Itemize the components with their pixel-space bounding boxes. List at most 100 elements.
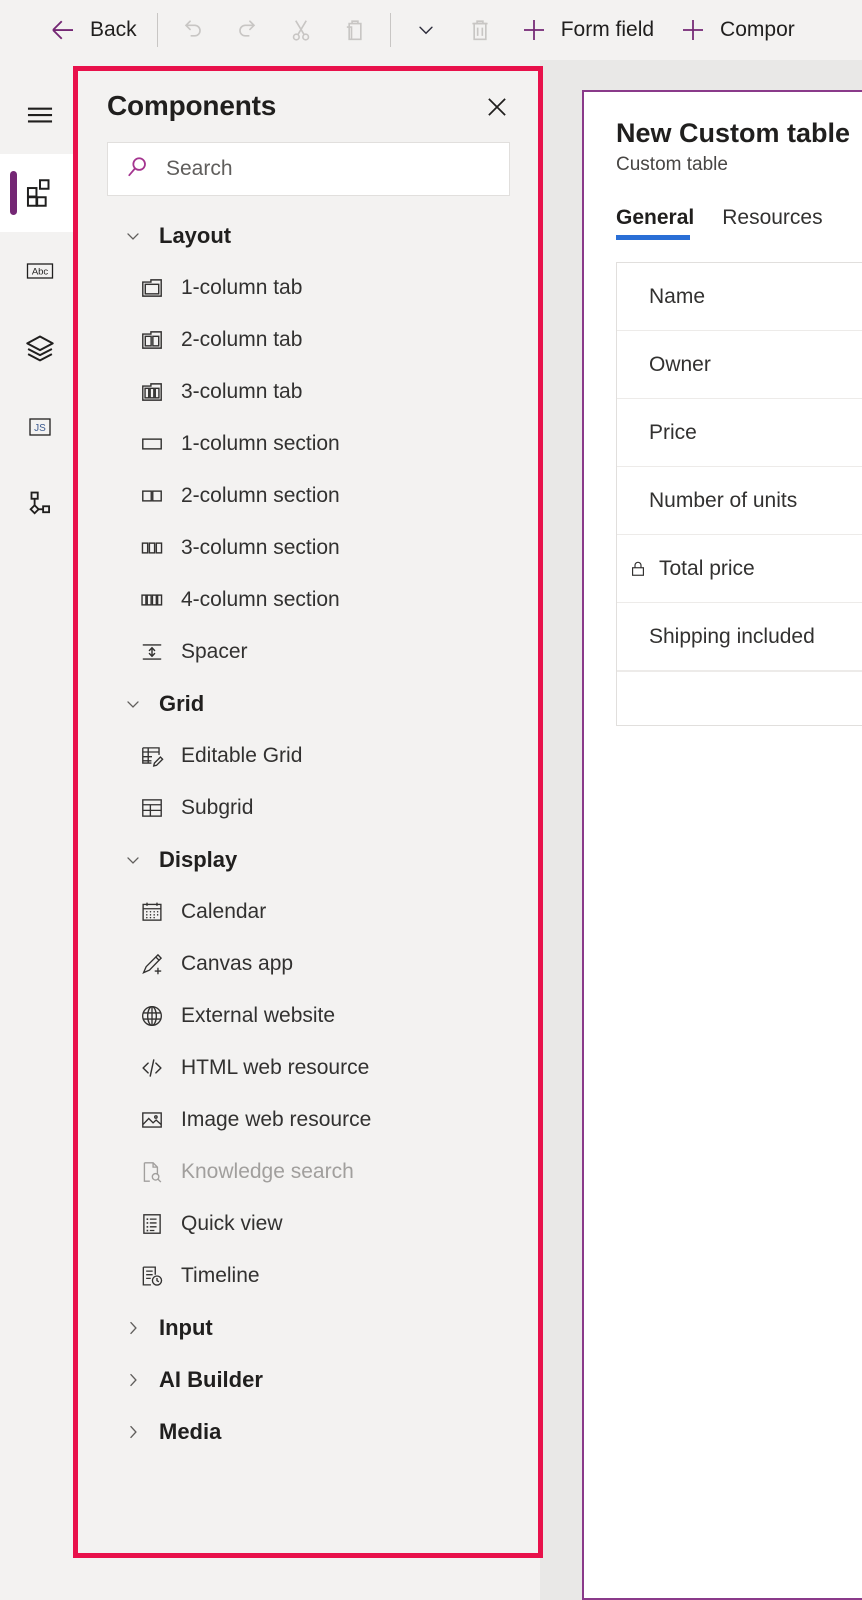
component-calendar[interactable]: Calendar: [77, 886, 540, 938]
group-header-grid[interactable]: Grid: [77, 678, 540, 730]
component-image-web-resource[interactable]: Image web resource: [77, 1094, 540, 1146]
component-spacer[interactable]: Spacer: [77, 626, 540, 678]
component-subgrid[interactable]: Subgrid: [77, 782, 540, 834]
component-label: External website: [181, 1004, 336, 1027]
field-label: Number of units: [649, 488, 798, 512]
form-title: New Custom table: [616, 118, 851, 148]
component-2-column-tab[interactable]: 2-column tab: [77, 314, 540, 366]
paste-button[interactable]: [328, 8, 382, 52]
rail-item-business-rules[interactable]: [0, 466, 80, 544]
component-2-column-section[interactable]: 2-column section: [77, 470, 540, 522]
component-1-column-tab[interactable]: 1-column tab: [77, 262, 540, 314]
component-canvas-app[interactable]: Canvas app: [77, 938, 540, 990]
group-header-layout[interactable]: Layout: [77, 210, 540, 262]
component-label: Image web resource: [181, 1108, 372, 1131]
arrow-left-icon: [48, 15, 78, 45]
tab-general[interactable]: General: [616, 206, 694, 240]
add-form-field-button[interactable]: Form field: [507, 8, 666, 52]
component-3-column-tab[interactable]: 3-column tab: [77, 366, 540, 418]
form-field-price[interactable]: Price: [617, 399, 862, 467]
undo-button[interactable]: [166, 8, 220, 52]
quick-view-icon: [139, 1211, 165, 1237]
chevron-right-icon: [123, 1422, 143, 1442]
form-field-owner[interactable]: Owner: [617, 331, 862, 399]
one-column-section-icon: [139, 431, 165, 457]
undo-icon: [178, 15, 208, 45]
add-form-field-label: Form field: [560, 18, 655, 41]
canvas-app-icon: [139, 951, 165, 977]
add-component-button[interactable]: Compor: [666, 8, 807, 52]
component-knowledge-search[interactable]: Knowledge search: [77, 1146, 540, 1198]
component-label: 4-column section: [181, 588, 340, 611]
field-label: Name: [649, 284, 706, 308]
add-component-label: Compor: [720, 18, 795, 41]
component-label: Timeline: [181, 1264, 260, 1287]
knowledge-search-icon: [139, 1159, 165, 1185]
hamburger-icon: [23, 98, 57, 132]
plus-icon: [519, 15, 549, 45]
delete-button[interactable]: [453, 8, 507, 52]
group-header-media[interactable]: Media: [77, 1406, 540, 1458]
components-panel: Components Search Layout 1-column tab 2-…: [76, 68, 540, 1557]
form-tabs: General Resources: [616, 206, 862, 240]
field-label: Shipping included: [649, 624, 815, 648]
two-column-section-icon: [139, 483, 165, 509]
flow-icon: [23, 488, 57, 522]
form-field-dropzone[interactable]: [617, 671, 862, 725]
rail-item-layers[interactable]: [0, 310, 80, 388]
redo-button[interactable]: [220, 8, 274, 52]
close-icon[interactable]: [480, 90, 514, 124]
plus-icon: [678, 15, 708, 45]
rail-item-components[interactable]: [0, 154, 80, 232]
back-button[interactable]: Back: [40, 8, 149, 52]
group-label: AI Builder: [159, 1367, 263, 1392]
chevron-down-icon: [411, 15, 441, 45]
form-field-total-price[interactable]: Total price: [617, 535, 862, 603]
component-editable-grid[interactable]: Editable Grid: [77, 730, 540, 782]
layers-icon: [23, 332, 57, 366]
chevron-down-icon: [123, 226, 143, 246]
component-3-column-section[interactable]: 3-column section: [77, 522, 540, 574]
cut-button[interactable]: [274, 8, 328, 52]
clipboard-icon: [340, 15, 370, 45]
chevron-down-icon: [123, 850, 143, 870]
component-4-column-section[interactable]: 4-column section: [77, 574, 540, 626]
group-label: Media: [159, 1419, 222, 1444]
search-box[interactable]: [107, 142, 510, 196]
back-button-label: Back: [90, 18, 137, 41]
two-column-tab-icon: [139, 327, 165, 353]
group-label: Input: [159, 1315, 213, 1340]
form-preview-card[interactable]: New Custom table Custom table General Re…: [582, 90, 862, 1600]
paste-options-button[interactable]: [399, 8, 453, 52]
field-label: Owner: [649, 352, 711, 376]
component-quick-view[interactable]: Quick view: [77, 1198, 540, 1250]
group-label: Display: [159, 847, 238, 872]
component-label: 3-column tab: [181, 380, 303, 403]
rail-item-properties[interactable]: Abc: [0, 232, 80, 310]
search-input[interactable]: [166, 157, 493, 181]
rail-item-javascript[interactable]: JS: [0, 388, 80, 466]
form-field-list: Name Owner Price Number of units Total p…: [616, 262, 862, 726]
group-header-ai-builder[interactable]: AI Builder: [77, 1354, 540, 1406]
three-column-tab-icon: [139, 379, 165, 405]
image-icon: [139, 1107, 165, 1133]
form-field-shipping-included[interactable]: Shipping included: [617, 603, 862, 671]
component-timeline[interactable]: Timeline: [77, 1250, 540, 1302]
component-label: Subgrid: [181, 796, 254, 819]
rail-item-menu[interactable]: [0, 76, 80, 154]
component-1-column-section[interactable]: 1-column section: [77, 418, 540, 470]
group-header-input[interactable]: Input: [77, 1302, 540, 1354]
tab-resources[interactable]: Resources: [722, 206, 822, 240]
group-header-display[interactable]: Display: [77, 834, 540, 886]
component-external-website[interactable]: External website: [77, 990, 540, 1042]
component-label: Spacer: [181, 640, 248, 663]
svg-text:Abc: Abc: [32, 267, 49, 278]
form-field-name[interactable]: Name: [617, 263, 862, 331]
subgrid-icon: [139, 795, 165, 821]
component-label: Quick view: [181, 1212, 283, 1235]
form-canvas: New Custom table Custom table General Re…: [540, 60, 862, 1600]
abc-icon: Abc: [23, 254, 57, 288]
component-html-web-resource[interactable]: HTML web resource: [77, 1042, 540, 1094]
form-field-number-of-units[interactable]: Number of units: [617, 467, 862, 535]
group-label: Grid: [159, 691, 205, 716]
